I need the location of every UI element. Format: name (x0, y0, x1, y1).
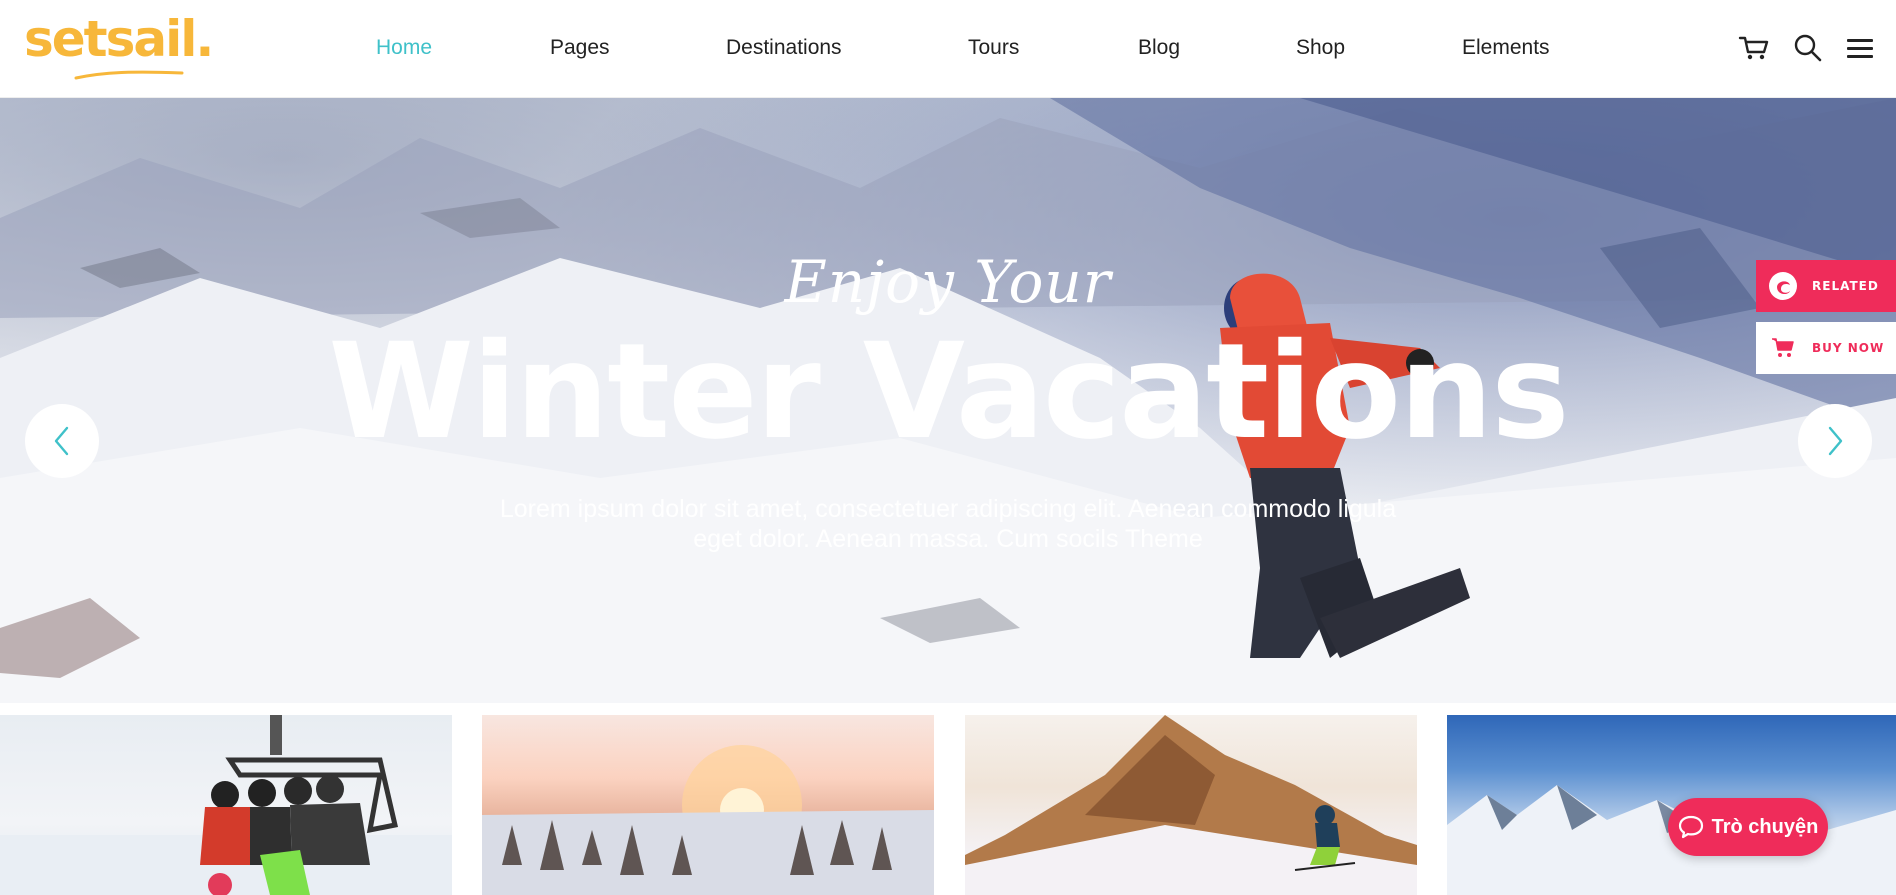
hero-title: Winter Vacations (328, 315, 1569, 469)
hamburger-menu-icon[interactable] (1842, 30, 1878, 66)
cart-icon (1768, 333, 1798, 363)
next-slide-button[interactable] (1798, 404, 1872, 478)
cart-icon[interactable] (1736, 30, 1772, 66)
thumbnail-ski-lift[interactable] (0, 715, 452, 895)
alpine-peaks-image (1447, 785, 1896, 895)
thumbnail-sunset-forest[interactable] (482, 715, 934, 895)
nav-tours[interactable]: Tours (968, 36, 1019, 60)
thumbnail-alpine-peaks[interactable] (1447, 715, 1896, 895)
chat-button-label: Trò chuyện (1711, 815, 1819, 838)
skier-mountain-image (965, 715, 1417, 895)
sunset-forest-image (482, 745, 934, 895)
hero-script-heading: Enjoy Your (784, 248, 1112, 316)
hero-slider: Enjoy Your Winter Vacations Lorem ipsum … (0, 98, 1896, 703)
prev-slide-button[interactable] (25, 404, 99, 478)
nav-destinations[interactable]: Destinations (726, 36, 842, 60)
buy-now-tab-label: BUY NOW (1812, 341, 1885, 355)
ski-lift-image (0, 715, 452, 895)
nav-blog[interactable]: Blog (1138, 36, 1180, 60)
hero-description: Lorem ipsum dolor sit amet, consectetuer… (448, 494, 1448, 554)
hero-description-line: Lorem ipsum dolor sit amet, consectetuer… (499, 495, 1397, 523)
buy-now-tab[interactable]: BUY NOW (1756, 322, 1896, 374)
site-header: setsail. Home Pages Destinations Tours B… (0, 0, 1896, 98)
chat-button[interactable]: Trò chuyện (1668, 798, 1828, 856)
nav-shop[interactable]: Shop (1296, 36, 1345, 60)
hero-description-line: eget dolor. Aenean massa. Cum socils The… (693, 525, 1203, 553)
related-tab[interactable]: RELATED (1756, 260, 1896, 312)
logo-swoosh-icon (74, 70, 184, 80)
related-logo-icon (1768, 271, 1798, 301)
related-tab-label: RELATED (1812, 279, 1879, 293)
chat-bubble-icon (1678, 815, 1704, 839)
logo-text: setsail. (24, 10, 214, 68)
thumbnail-skier-mountain[interactable] (965, 715, 1417, 895)
chevron-right-icon (1828, 426, 1843, 456)
nav-home[interactable]: Home (376, 36, 432, 60)
destination-thumbnails (0, 715, 1896, 895)
chevron-left-icon (54, 426, 69, 456)
nav-pages[interactable]: Pages (550, 36, 610, 60)
nav-elements[interactable]: Elements (1462, 36, 1550, 60)
search-icon[interactable] (1790, 30, 1826, 66)
logo[interactable]: setsail. (24, 10, 214, 80)
